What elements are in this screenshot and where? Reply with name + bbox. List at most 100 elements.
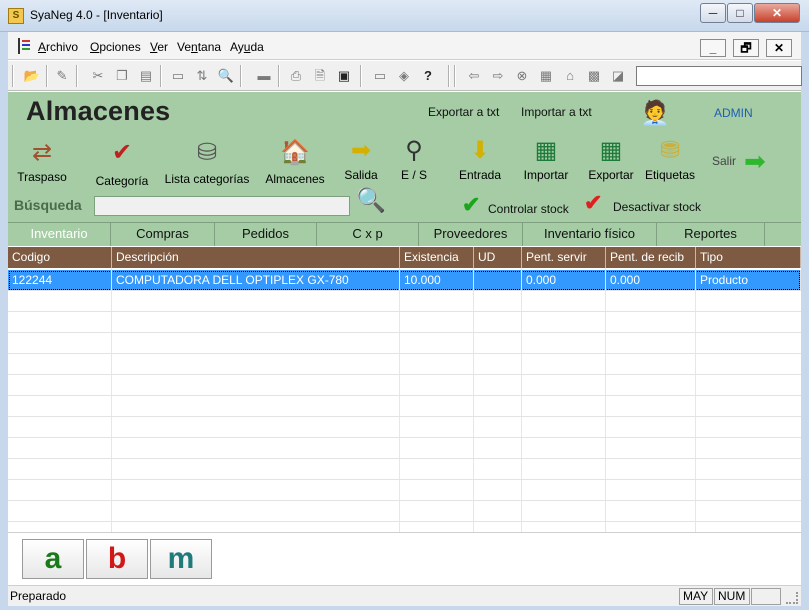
salida-button[interactable]: ➡ Salida	[338, 136, 384, 182]
exportar-button[interactable]: ▦ Exportar	[584, 136, 638, 182]
forward-arrow-icon[interactable]: ⇨	[488, 66, 508, 86]
cut-icon[interactable]: ✂	[88, 66, 108, 86]
search-icon[interactable]: 🔍	[216, 66, 236, 86]
inventory-grid[interactable]: 122244 COMPUTADORA DELL OPTIPLEX GX-780 …	[8, 268, 801, 532]
document-menu-icon[interactable]	[18, 38, 32, 54]
green-check-icon[interactable]: ✔	[462, 192, 480, 218]
categoria-button[interactable]: ✔ Categoría	[92, 138, 152, 188]
table-row[interactable]: 122244 COMPUTADORA DELL OPTIPLEX GX-780 …	[8, 270, 801, 291]
tab-reportes[interactable]: Reportes	[657, 223, 765, 246]
print-preview-icon[interactable]: 🗎	[310, 66, 330, 86]
tab-compras[interactable]: Compras	[111, 223, 215, 246]
empty-row[interactable]	[8, 333, 801, 354]
resize-grip[interactable]	[786, 592, 798, 604]
menu-opciones[interactable]: Opciones	[90, 40, 141, 54]
user-avatar-icon[interactable]: 🧑‍💼	[638, 98, 672, 130]
column-header-pent-servir[interactable]: Pent. servir	[522, 247, 606, 268]
empty-row[interactable]	[8, 375, 801, 396]
tab-cxp[interactable]: C x p	[317, 223, 419, 246]
column-header-existencia[interactable]: Existencia	[400, 247, 474, 268]
calculator-icon[interactable]: ▦	[536, 66, 556, 86]
importar-button[interactable]: ▦ Importar	[518, 136, 574, 182]
column-header-codigo[interactable]: Codigo	[8, 247, 112, 268]
column-header-tipo[interactable]: Tipo	[696, 247, 801, 268]
page-icon[interactable]: ▣	[334, 66, 354, 86]
stop-icon[interactable]: ⊗	[512, 66, 532, 86]
minimize-button[interactable]: ─	[700, 3, 726, 23]
empty-row[interactable]	[8, 459, 801, 480]
app-icon[interactable]: S	[8, 8, 24, 24]
close-button[interactable]: ✕	[754, 3, 800, 23]
entrada-button[interactable]: ⬇ Entrada	[454, 136, 506, 182]
menu-ayuda[interactable]: Ayuda	[230, 40, 264, 54]
window-title: SyaNeg 4.0 - [Inventario]	[30, 8, 163, 22]
mdi-restore-button[interactable]: 🗗	[733, 39, 759, 57]
help-icon[interactable]: ?	[418, 66, 438, 86]
menu-ver[interactable]: Ver	[150, 40, 168, 54]
filter-icon[interactable]: ◪	[608, 66, 628, 86]
copy-icon[interactable]: ❐	[112, 66, 132, 86]
grid-header: Codigo Descripción Existencia UD Pent. s…	[8, 247, 801, 268]
empty-row[interactable]	[8, 480, 801, 501]
es-button[interactable]: ⚲ E / S	[392, 136, 436, 182]
controlar-stock-link[interactable]: Controlar stock	[488, 202, 569, 216]
tab-inventario-fisico[interactable]: Inventario físico	[523, 223, 657, 246]
tab-pedidos[interactable]: Pedidos	[215, 223, 317, 246]
toolbar-search-input[interactable]	[636, 66, 802, 86]
cell-codigo[interactable]: 122244	[8, 270, 112, 291]
almacenes-button[interactable]: 🏠 Almacenes	[262, 138, 328, 186]
home-icon[interactable]: ⌂	[560, 66, 580, 86]
lista-categorias-button[interactable]: ⛁ Lista categorías	[160, 138, 254, 186]
column-header-pent-recib[interactable]: Pent. de recib	[606, 247, 696, 268]
empty-row[interactable]	[8, 438, 801, 459]
cell-existencia[interactable]: 10.000	[400, 270, 474, 291]
cell-ud[interactable]	[474, 270, 522, 291]
menu-ventana[interactable]: Ventana	[177, 40, 221, 54]
lista-categorias-label: Lista categorías	[164, 172, 250, 186]
cell-tipo[interactable]: Producto	[696, 270, 801, 291]
empty-row[interactable]	[8, 501, 801, 522]
column-header-descripcion[interactable]: Descripción	[112, 247, 400, 268]
empty-row[interactable]	[8, 396, 801, 417]
etiquetas-button[interactable]: ⛃ Etiquetas	[642, 136, 698, 182]
menu-archivo[interactable]: Archivo	[38, 40, 78, 54]
desactivar-stock-link[interactable]: Desactivar stock	[613, 200, 701, 214]
scanner-icon[interactable]: ▬	[254, 66, 274, 86]
add-button[interactable]: a	[22, 539, 84, 579]
monitor-icon[interactable]: ▭	[370, 66, 390, 86]
edit-doc-icon[interactable]: ✎	[52, 66, 72, 86]
back-arrow-icon[interactable]: ⇦	[464, 66, 484, 86]
open-folder-icon[interactable]: 📂	[22, 66, 42, 86]
empty-row[interactable]	[8, 354, 801, 375]
paste-icon[interactable]: ▤	[136, 66, 156, 86]
cell-pent-recib[interactable]: 0.000	[606, 270, 696, 291]
cell-pent-servir[interactable]: 0.000	[522, 270, 606, 291]
cell-descripcion[interactable]: COMPUTADORA DELL OPTIPLEX GX-780	[112, 270, 400, 291]
column-header-ud[interactable]: UD	[474, 247, 522, 268]
export-txt-link[interactable]: Exportar a txt	[428, 105, 499, 119]
empty-row[interactable]	[8, 291, 801, 312]
toolbar-separator	[240, 65, 242, 87]
stack-icon[interactable]: ◈	[394, 66, 414, 86]
search-input[interactable]	[94, 196, 350, 216]
mdi-close-button[interactable]: ✕	[766, 39, 792, 57]
swap-icon[interactable]: ⇅	[192, 66, 212, 86]
empty-row[interactable]	[8, 417, 801, 438]
empty-row[interactable]	[8, 312, 801, 333]
magnifier-icon[interactable]: 🔍	[356, 186, 386, 216]
mdi-minimize-button[interactable]: _	[700, 39, 726, 57]
import-txt-link[interactable]: Importar a txt	[521, 105, 592, 119]
records-icon[interactable]: ▩	[584, 66, 604, 86]
print-icon[interactable]: ⎙	[286, 66, 306, 86]
salir-button[interactable]: Salir ➡	[708, 148, 778, 178]
toolbar-separator	[76, 65, 78, 87]
maximize-button[interactable]: □	[727, 3, 753, 23]
red-check-icon[interactable]: ✔	[584, 190, 602, 216]
traspaso-button[interactable]: ⇄ Traspaso	[12, 138, 72, 184]
delete-button[interactable]: b	[86, 539, 148, 579]
status-text: Preparado	[10, 589, 67, 603]
modify-button[interactable]: m	[150, 539, 212, 579]
tab-proveedores[interactable]: Proveedores	[419, 223, 523, 246]
tab-inventario[interactable]: Inventario	[8, 223, 111, 246]
window-icon[interactable]: ▭	[168, 66, 188, 86]
